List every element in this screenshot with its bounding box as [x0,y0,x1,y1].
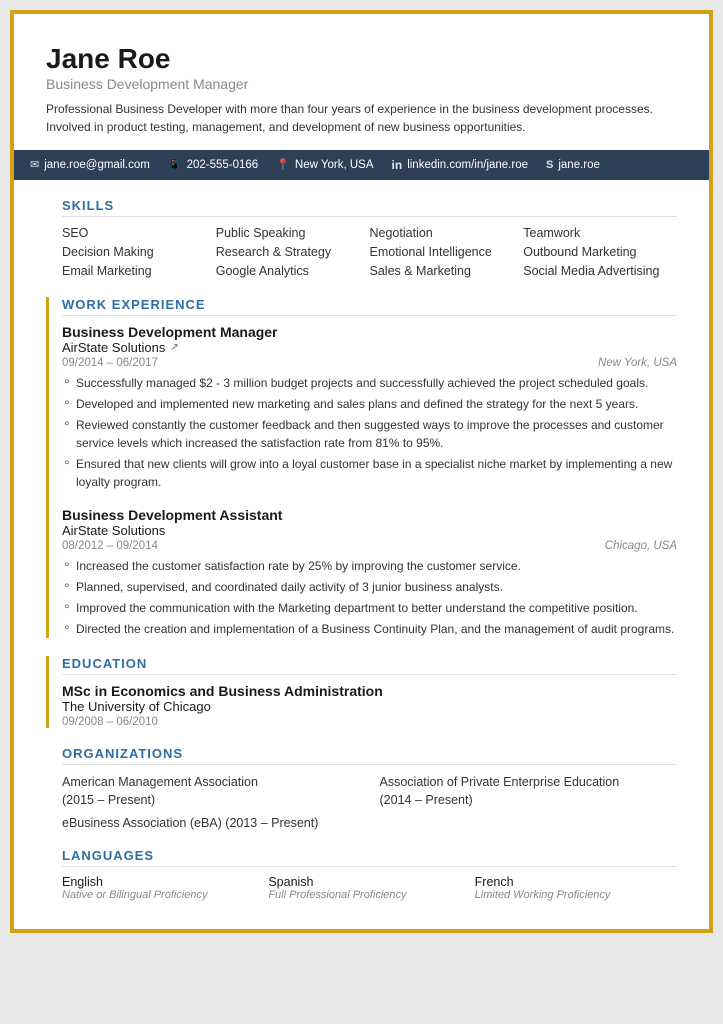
bullet-2-1: Increased the customer satisfaction rate… [62,557,677,575]
resume-document: Jane Roe Business Development Manager Pr… [10,10,713,933]
section-line-work [46,297,49,638]
org-years-2: (2014 – Present) [380,791,678,810]
skill-outbound-marketing: Outbound Marketing [523,244,677,260]
work-bullets-2: Increased the customer satisfaction rate… [62,557,677,638]
skills-grid: SEO Public Speaking Negotiation Teamwork… [62,225,677,279]
work-location-2: Chicago, USA [605,540,677,552]
contact-bar: ✉ jane.roe@gmail.com 📱 202-555-0166 📍 Ne… [14,150,709,180]
org-years-1: (2015 – Present) [62,791,360,810]
bullet-1-2: Developed and implemented new marketing … [62,395,677,413]
edu-date-1: 09/2008 – 06/2010 [62,716,677,728]
work-title-1: Business Development Manager [62,324,677,340]
bullet-2-2: Planned, supervised, and coordinated dai… [62,578,677,596]
orgs-grid: American Management Association (2015 – … [62,773,677,811]
lang-level-1: Native or Bilingual Proficiency [62,889,264,901]
linkedin-icon: in [392,158,403,172]
skills-section: SKILLS SEO Public Speaking Negotiation T… [46,198,677,279]
skype-value: jane.roe [558,159,600,171]
header-section: Jane Roe Business Development Manager Pr… [46,42,677,136]
work-experience-title: WORK EXPERIENCE [62,297,677,316]
work-meta-1: 09/2014 – 06/2017 New York, USA [62,357,677,369]
resume-body: Jane Roe Business Development Manager Pr… [14,14,709,929]
contact-location: 📍 New York, USA [276,158,373,171]
bullet-1-4: Ensured that new clients will grow into … [62,455,677,491]
languages-title: LANGUAGES [62,848,677,867]
work-company-1: AirState Solutions ↗ [62,340,677,355]
skype-icon: S [546,159,553,171]
work-location-1: New York, USA [598,357,677,369]
linkedin-value: linkedin.com/in/jane.roe [407,159,528,171]
organizations-title: ORGANIZATIONS [62,746,677,765]
phone-value: 202-555-0166 [187,159,259,171]
lang-level-2: Full Professional Proficiency [268,889,470,901]
summary-text: Professional Business Developer with mor… [46,100,677,136]
languages-grid: English Native or Bilingual Proficiency … [62,875,677,901]
skill-google-analytics: Google Analytics [216,263,370,279]
email-value: jane.roe@gmail.com [44,159,150,171]
org-item-2: Association of Private Enterprise Educat… [380,773,678,811]
contact-phone: 📱 202-555-0166 [168,158,258,171]
work-entry-2: Business Development Assistant AirState … [62,507,677,638]
education-title: EDUCATION [62,656,677,675]
skill-emotional-intelligence: Emotional Intelligence [370,244,524,260]
work-company-2: AirState Solutions [62,523,677,538]
lang-name-1: English [62,875,264,889]
education-section: EDUCATION MSc in Economics and Business … [46,656,677,728]
skill-sales-marketing: Sales & Marketing [370,263,524,279]
bullet-1-3: Reviewed constantly the customer feedbac… [62,416,677,452]
org-item-1: American Management Association (2015 – … [62,773,360,811]
languages-section: LANGUAGES English Native or Bilingual Pr… [46,848,677,901]
org-name-2: Association of Private Enterprise Educat… [380,773,678,792]
lang-item-2: Spanish Full Professional Proficiency [268,875,470,901]
bullet-2-4: Directed the creation and implementation… [62,620,677,638]
work-entry-1: Business Development Manager AirState So… [62,324,677,491]
candidate-name: Jane Roe [46,42,677,76]
work-meta-2: 08/2012 – 09/2014 Chicago, USA [62,540,677,552]
work-experience-section: WORK EXPERIENCE Business Development Man… [46,297,677,638]
contact-email: ✉ jane.roe@gmail.com [30,158,150,171]
org-name-1: American Management Association [62,773,360,792]
section-line-edu [46,656,49,728]
lang-level-3: Limited Working Proficiency [475,889,677,901]
skill-decision-making: Decision Making [62,244,216,260]
bullet-2-3: Improved the communication with the Mark… [62,599,677,617]
work-date-2: 08/2012 – 09/2014 [62,540,158,552]
location-value: New York, USA [295,159,374,171]
work-date-1: 09/2014 – 06/2017 [62,357,158,369]
skills-title: SKILLS [62,198,677,217]
edu-entry-1: MSc in Economics and Business Administra… [62,683,677,728]
location-icon: 📍 [276,158,290,171]
org-single: eBusiness Association (eBA) (2013 – Pres… [62,816,677,830]
phone-icon: 📱 [168,158,182,171]
company-name-2: AirState Solutions [62,523,165,538]
lang-name-2: Spanish [268,875,470,889]
skill-teamwork: Teamwork [523,225,677,241]
edu-degree-1: MSc in Economics and Business Administra… [62,683,677,699]
lang-item-1: English Native or Bilingual Proficiency [62,875,264,901]
lang-name-3: French [475,875,677,889]
skill-public-speaking: Public Speaking [216,225,370,241]
contact-linkedin: in linkedin.com/in/jane.roe [392,158,529,172]
skill-social-media: Social Media Advertising [523,263,677,279]
contact-skype: S jane.roe [546,159,600,171]
organizations-section: ORGANIZATIONS American Management Associ… [46,746,677,831]
work-title-2: Business Development Assistant [62,507,677,523]
company-name-1: AirState Solutions [62,340,165,355]
work-bullets-1: Successfully managed $2 - 3 million budg… [62,374,677,491]
edu-school-1: The University of Chicago [62,699,677,714]
external-link-icon-1: ↗ [170,342,178,353]
skill-seo: SEO [62,225,216,241]
lang-item-3: French Limited Working Proficiency [475,875,677,901]
job-title: Business Development Manager [46,76,677,92]
skill-negotiation: Negotiation [370,225,524,241]
skill-email-marketing: Email Marketing [62,263,216,279]
email-icon: ✉ [30,158,39,171]
skill-research-strategy: Research & Strategy [216,244,370,260]
bullet-1-1: Successfully managed $2 - 3 million budg… [62,374,677,392]
